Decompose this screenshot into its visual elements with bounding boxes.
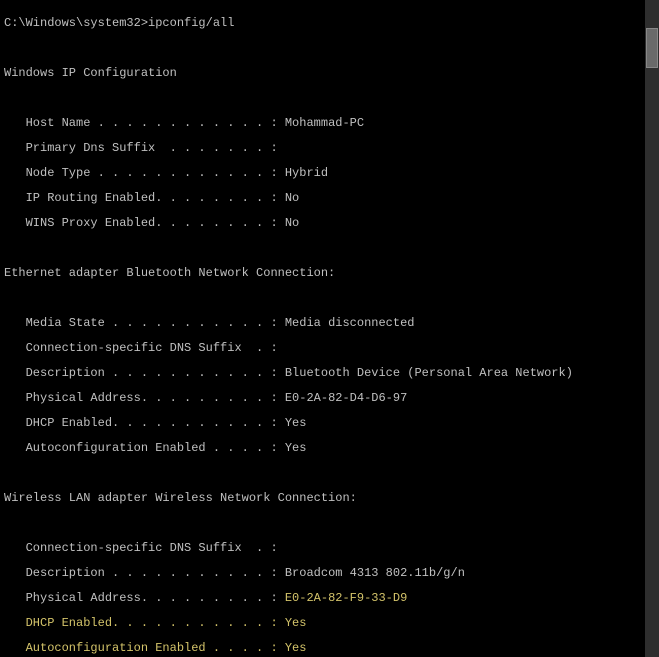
field-value: Yes (285, 416, 307, 430)
field-value-highlighted: Yes (285, 641, 307, 655)
field-value: Media disconnected (285, 316, 415, 330)
field-label: Host Name . . . . . . . . . . . . : (4, 116, 285, 130)
field-label: Connection-specific DNS Suffix . : (4, 342, 645, 355)
field-label: Physical Address. . . . . . . . . : (4, 391, 285, 405)
field-value: No (285, 191, 299, 205)
field-value: Broadcom 4313 802.11b/g/n (285, 566, 465, 580)
section-header: Windows IP Configuration (4, 67, 645, 80)
field-value: E0-2A-82-D4-D6-97 (285, 391, 407, 405)
field-value: Bluetooth Device (Personal Area Network) (285, 366, 573, 380)
section-header-bluetooth: Ethernet adapter Bluetooth Network Conne… (4, 267, 645, 280)
field-value: No (285, 216, 299, 230)
field-label: Primary Dns Suffix . . . . . . . : (4, 142, 645, 155)
physical-address-highlighted: E0-2A-82-F9-33-D9 (285, 591, 407, 605)
field-label-highlighted: DHCP Enabled. . . . . . . . . . . : (4, 616, 285, 630)
field-value-highlighted: Yes (285, 616, 307, 630)
field-label: Autoconfiguration Enabled . . . . : (4, 441, 285, 455)
section-header-wlan: Wireless LAN adapter Wireless Network Co… (4, 492, 645, 505)
terminal-output: C:\Windows\system32>ipconfig/all Windows… (0, 0, 645, 657)
scrollbar-thumb[interactable] (646, 28, 658, 68)
field-label: Physical Address. . . . . . . . . : (4, 591, 285, 605)
field-value: Yes (285, 441, 307, 455)
field-label: Description . . . . . . . . . . . : (4, 566, 285, 580)
field-label: Media State . . . . . . . . . . . : (4, 316, 285, 330)
field-label: IP Routing Enabled. . . . . . . . : (4, 191, 285, 205)
vertical-scrollbar[interactable] (645, 0, 659, 657)
field-label: Connection-specific DNS Suffix . : (4, 542, 645, 555)
field-value: Mohammad-PC (285, 116, 364, 130)
field-label: DHCP Enabled. . . . . . . . . . . : (4, 416, 285, 430)
field-value: Hybrid (285, 166, 328, 180)
field-label: WINS Proxy Enabled. . . . . . . . : (4, 216, 285, 230)
field-label-highlighted: Autoconfiguration Enabled . . . . : (4, 641, 285, 655)
command-prompt: C:\Windows\system32>ipconfig/all (4, 17, 645, 30)
field-label: Node Type . . . . . . . . . . . . : (4, 166, 285, 180)
field-label: Description . . . . . . . . . . . : (4, 366, 285, 380)
